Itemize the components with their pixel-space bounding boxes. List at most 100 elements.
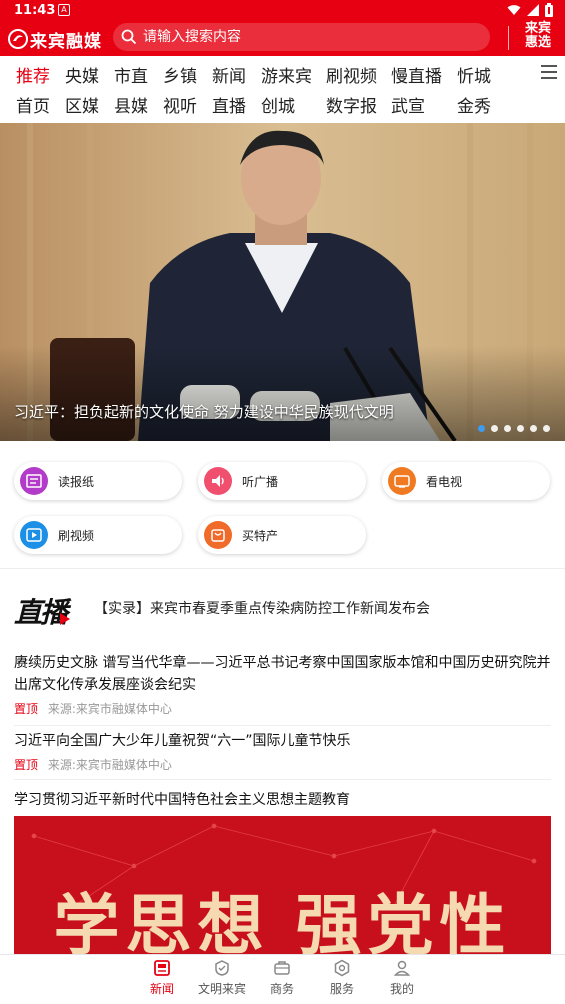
- app-header: 来宾融媒 来宾 惠选: [0, 22, 565, 56]
- nav-service[interactable]: 服务: [312, 959, 372, 997]
- browse-videos-label: 刷视频: [58, 528, 95, 543]
- banner-photo: [0, 123, 565, 441]
- menu-icon[interactable]: [541, 65, 557, 79]
- tab-city[interactable]: 市直: [114, 62, 148, 87]
- tab-xincheng[interactable]: 忻城: [457, 62, 491, 87]
- news-item[interactable]: 赓续历史文脉 谱写当代华章——习近平总书记考察中国国家版本馆和中国历史研究院并出…: [14, 652, 551, 726]
- tab-digital-paper[interactable]: 数字报: [326, 92, 377, 117]
- nav-profile-label: 我的: [389, 982, 414, 996]
- topic-banner-text: 学思想 强党性: [14, 872, 551, 954]
- tab-recommend[interactable]: 推荐: [16, 62, 50, 87]
- tab-jinxiu[interactable]: 金秀: [457, 92, 491, 117]
- news-source: 来源:来宾市融媒体中心: [47, 758, 172, 772]
- service-icon: [334, 959, 350, 977]
- news-meta: 置顶 来源:来宾市融媒体中心: [14, 756, 551, 773]
- watch-tv-label: 看电视: [426, 474, 463, 489]
- region-button[interactable]: 来宾 惠选: [516, 22, 560, 50]
- tab-civic[interactable]: 创城: [261, 92, 295, 117]
- tab-slow-live[interactable]: 慢直播: [391, 62, 442, 87]
- carousel-dot[interactable]: [491, 425, 498, 432]
- nav-news[interactable]: 新闻: [132, 959, 192, 997]
- topic-banner[interactable]: 学思想 强党性: [14, 816, 551, 954]
- search-bar[interactable]: [113, 23, 490, 51]
- nav-service-label: 服务: [329, 982, 354, 996]
- tab-travel[interactable]: 游来宾: [261, 62, 312, 87]
- read-newspaper-label: 读报纸: [58, 474, 95, 489]
- tab-district-media[interactable]: 区媒: [65, 92, 99, 117]
- pinned-tag: 置顶: [14, 758, 39, 772]
- tab-home[interactable]: 首页: [16, 92, 50, 117]
- pinned-tag: 置顶: [14, 702, 39, 716]
- nav-civilization-label: 文明来宾: [197, 982, 246, 996]
- channel-tabs: 推荐 央媒 市直 乡镇 新闻 游来宾 刷视频 慢直播 忻城 首页 区媒 县媒 视…: [0, 56, 565, 122]
- bottom-navigation: 新闻 文明来宾 商务 服务 我的: [0, 954, 565, 1004]
- news-source: 来源:来宾市融媒体中心: [47, 702, 172, 716]
- tab-central-media[interactable]: 央媒: [65, 62, 99, 87]
- buy-specialty-button[interactable]: 买特产: [198, 516, 366, 554]
- read-newspaper-button[interactable]: 读报纸: [14, 462, 182, 500]
- banner-carousel[interactable]: 习近平：担负起新的文化使命 努力建设中华民族现代文明: [0, 123, 565, 441]
- radio-icon: [204, 467, 232, 495]
- nav-news-label: 新闻: [149, 982, 174, 996]
- live-title: 【实录】来宾市春夏季重点传染病防控工作新闻发布会: [94, 601, 430, 617]
- carousel-dot[interactable]: [517, 425, 524, 432]
- watch-tv-button[interactable]: 看电视: [382, 462, 550, 500]
- app-screen: 11:43 A 来宾融媒 来宾 惠选 推荐: [0, 0, 565, 1004]
- civilization-icon: [215, 960, 229, 976]
- newspaper-icon: [20, 467, 48, 495]
- signal-icon: [527, 4, 539, 16]
- status-bar: 11:43 A: [0, 0, 565, 22]
- shopping-icon: [204, 521, 232, 549]
- app-logo[interactable]: 来宾融媒: [8, 26, 102, 52]
- topic-title[interactable]: 学习贯彻习近平新时代中国特色社会主义思想主题教育: [14, 789, 350, 809]
- news-meta: 置顶 来源:来宾市融媒体中心: [14, 700, 551, 717]
- tab-videos[interactable]: 刷视频: [326, 62, 377, 87]
- live-logo: 直播: [14, 591, 70, 631]
- notification-icon: A: [58, 4, 70, 16]
- carousel-dot[interactable]: [504, 425, 511, 432]
- nav-business-label: 商务: [269, 982, 294, 996]
- nav-civilization[interactable]: 文明来宾: [192, 959, 252, 997]
- logo-text: 来宾融媒: [30, 31, 102, 52]
- buy-specialty-label: 买特产: [242, 528, 279, 543]
- news-icon: [154, 960, 170, 976]
- play-icon: [60, 613, 70, 625]
- live-logo-text: 直播: [14, 596, 68, 629]
- tab-audiovisual[interactable]: 视听: [163, 92, 197, 117]
- search-input[interactable]: [143, 29, 473, 45]
- banner-caption: 习近平：担负起新的文化使命 努力建设中华民族现代文明: [14, 403, 394, 421]
- news-title: 赓续历史文脉 谱写当代华章——习近平总书记考察中国国家版本馆和中国历史研究院并出…: [14, 655, 551, 693]
- wifi-icon: [507, 5, 521, 15]
- briefcase-icon: [274, 961, 290, 975]
- browse-videos-button[interactable]: 刷视频: [14, 516, 182, 554]
- status-time: 11:43: [14, 3, 56, 18]
- topic-banner-text-1: 学思想: [53, 887, 270, 954]
- carousel-dot[interactable]: [478, 425, 485, 432]
- status-indicators: [507, 3, 553, 17]
- listen-radio-button[interactable]: 听广播: [198, 462, 366, 500]
- video-icon: [20, 521, 48, 549]
- tab-live[interactable]: 直播: [212, 92, 246, 117]
- nav-profile[interactable]: 我的: [372, 959, 432, 997]
- news-item[interactable]: 习近平向全国广大少年儿童祝贺“六一”国际儿童节快乐 置顶 来源:来宾市融媒体中心: [14, 730, 551, 780]
- tab-wuxuan[interactable]: 武宣: [391, 92, 425, 117]
- logo-swirl-icon: [8, 29, 28, 49]
- channel-row-1: 推荐 央媒 市直 乡镇 新闻 游来宾 刷视频 慢直播 忻城: [0, 58, 540, 88]
- tab-news[interactable]: 新闻: [212, 62, 246, 87]
- news-title: 习近平向全国广大少年儿童祝贺“六一”国际儿童节快乐: [14, 733, 351, 749]
- tab-towns[interactable]: 乡镇: [163, 62, 197, 87]
- header-divider: [508, 26, 509, 50]
- nav-business[interactable]: 商务: [252, 959, 312, 997]
- profile-icon: [393, 960, 411, 976]
- listen-radio-label: 听广播: [242, 474, 279, 489]
- tv-icon: [388, 467, 416, 495]
- carousel-indicator: [478, 425, 550, 432]
- carousel-dot[interactable]: [530, 425, 537, 432]
- search-icon: [121, 29, 137, 45]
- carousel-dot[interactable]: [543, 425, 550, 432]
- battery-icon: [545, 3, 553, 17]
- live-item[interactable]: 直播 【实录】来宾市春夏季重点传染病防控工作新闻发布会: [0, 582, 565, 634]
- channel-row-2: 首页 区媒 县媒 视听 直播 创城 数字报 武宣 金秀: [0, 88, 540, 118]
- tab-county-media[interactable]: 县媒: [114, 92, 148, 117]
- topic-banner-text-2: 强党性: [295, 887, 512, 954]
